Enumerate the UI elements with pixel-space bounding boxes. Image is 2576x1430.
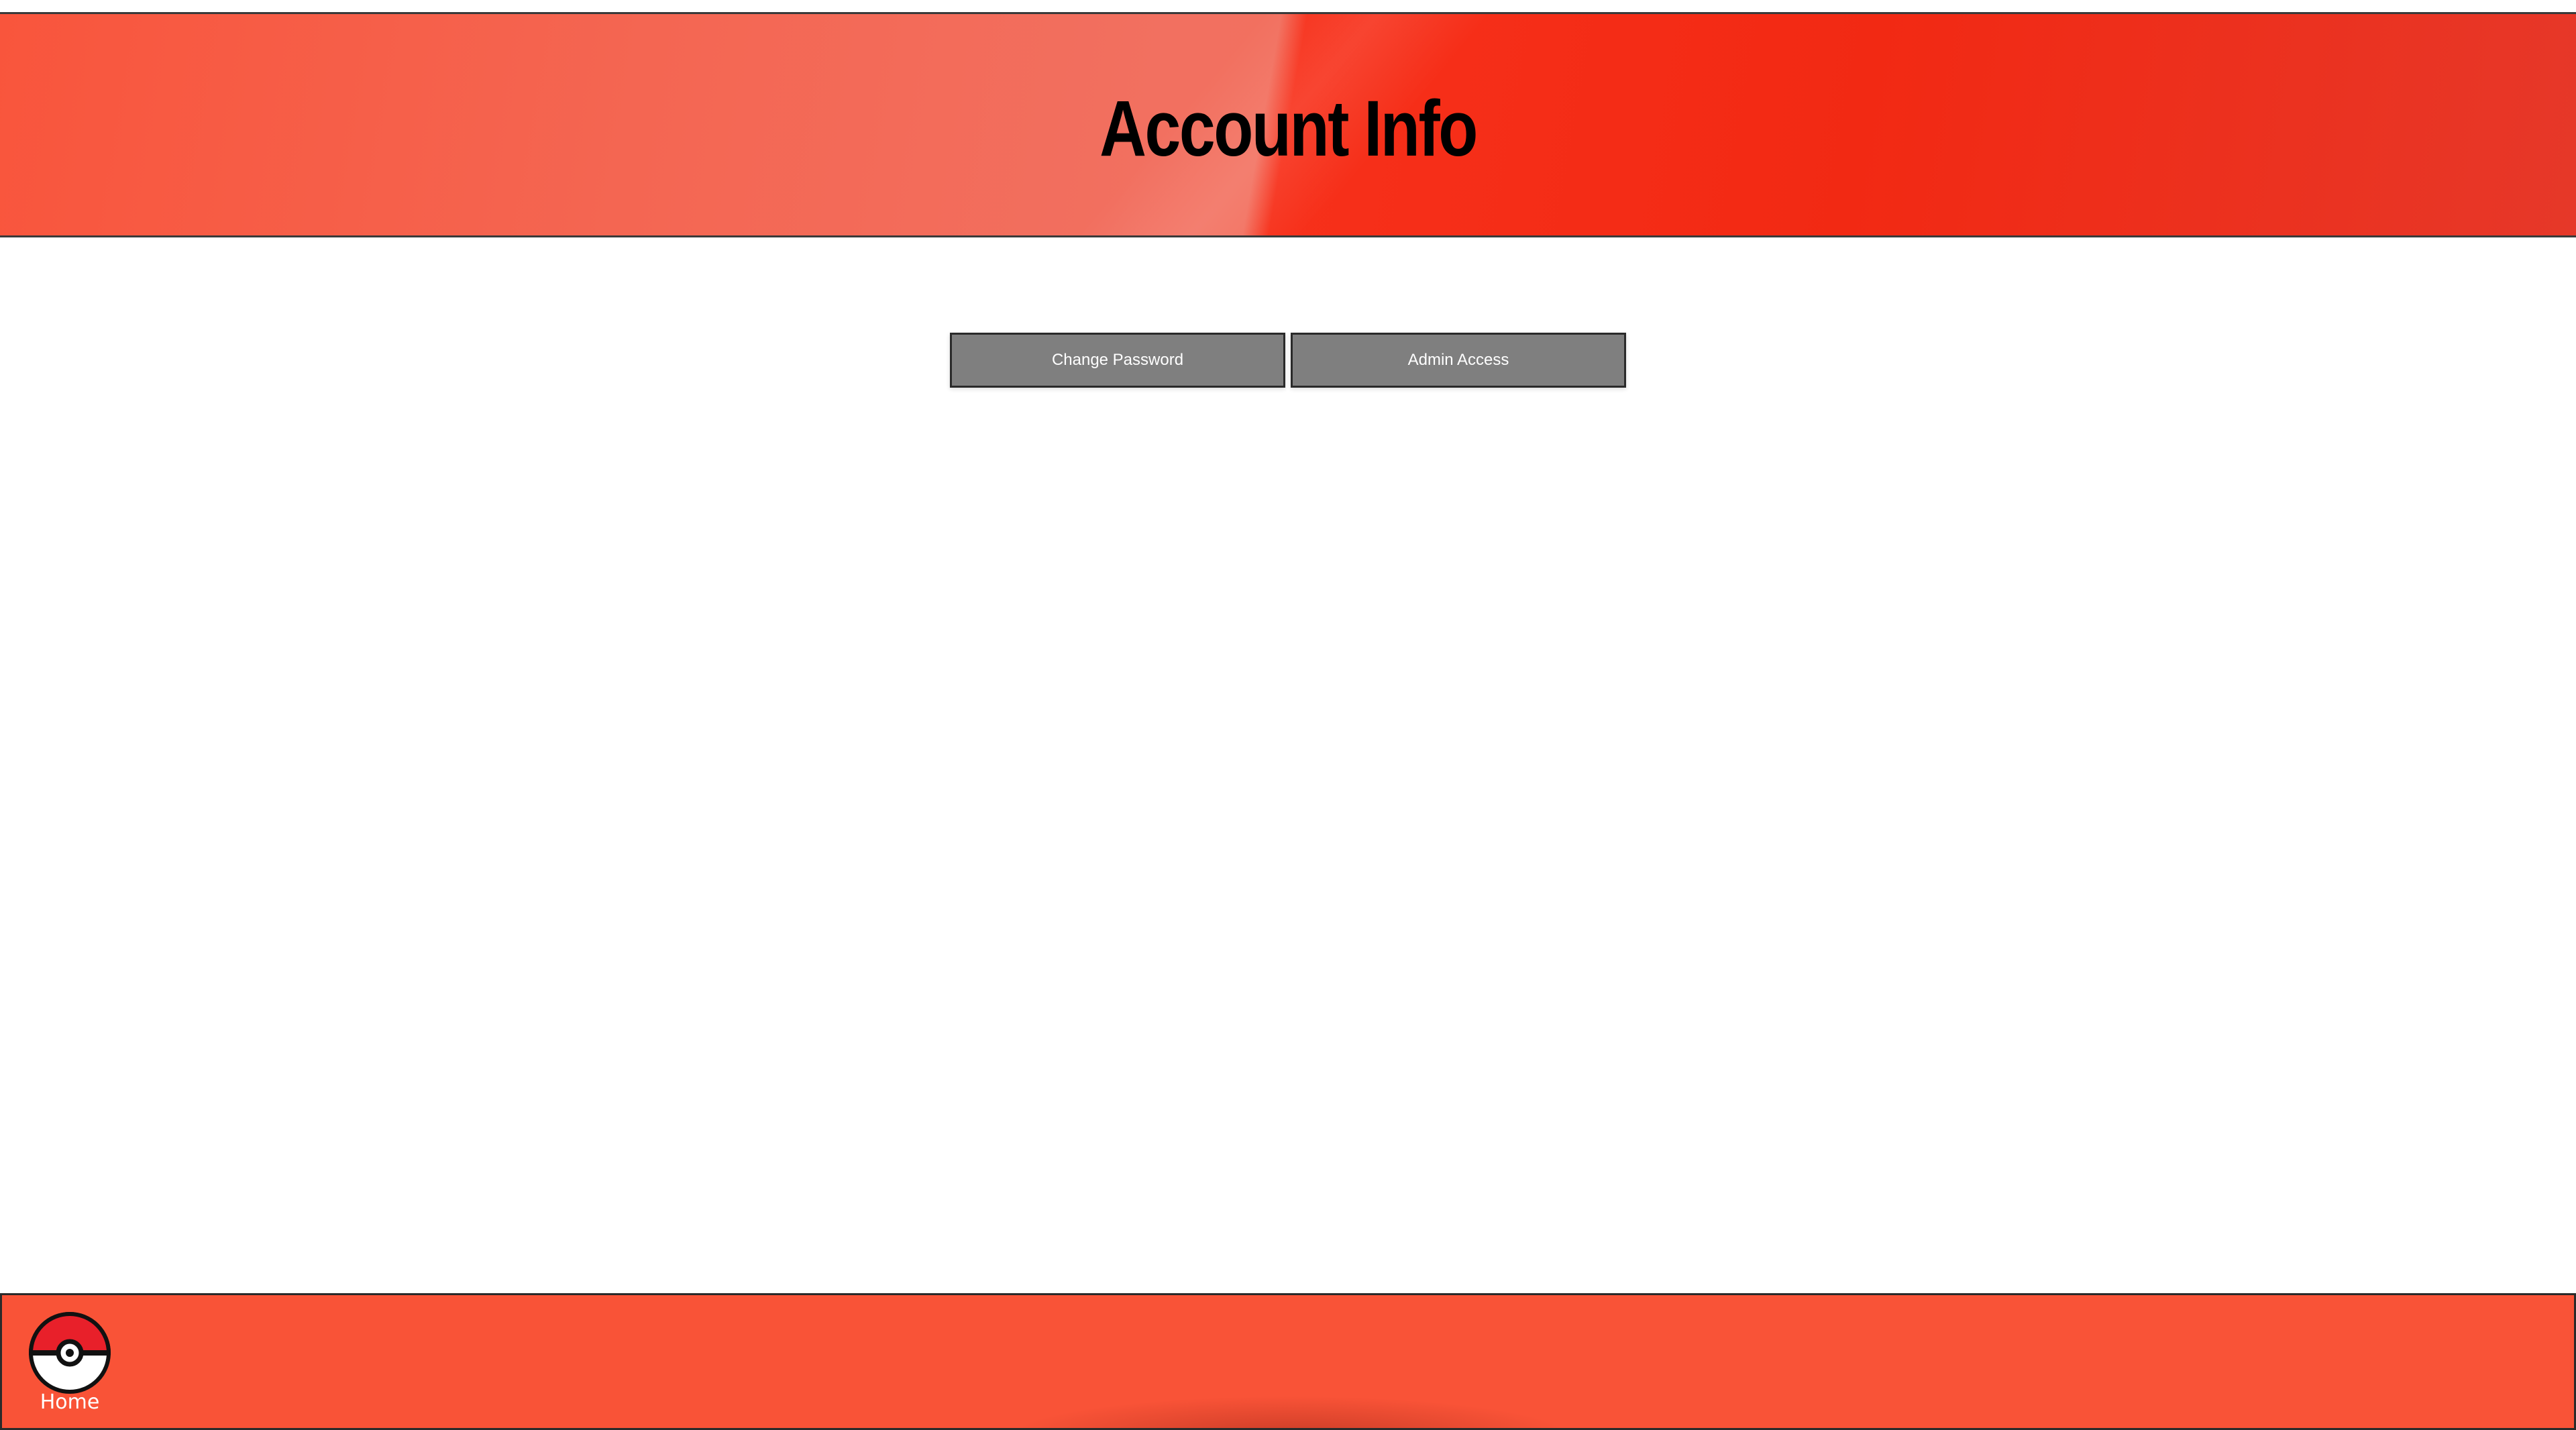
page-title: Account Info bbox=[1099, 85, 1478, 173]
home-label: Home bbox=[40, 1390, 100, 1414]
footer-glow bbox=[1008, 1396, 1572, 1428]
change-password-button[interactable]: Change Password bbox=[950, 333, 1285, 388]
page-footer: Home bbox=[0, 1293, 2576, 1430]
pokeball-icon bbox=[28, 1312, 111, 1394]
account-actions: Change Password Admin Access bbox=[0, 333, 2576, 388]
top-margin bbox=[0, 0, 2576, 12]
page-header: Account Info bbox=[0, 12, 2576, 237]
home-button[interactable]: Home bbox=[28, 1311, 112, 1415]
account-info-page: Account Info Change Password Admin Acces… bbox=[0, 0, 2576, 1430]
admin-access-button[interactable]: Admin Access bbox=[1291, 333, 1626, 388]
